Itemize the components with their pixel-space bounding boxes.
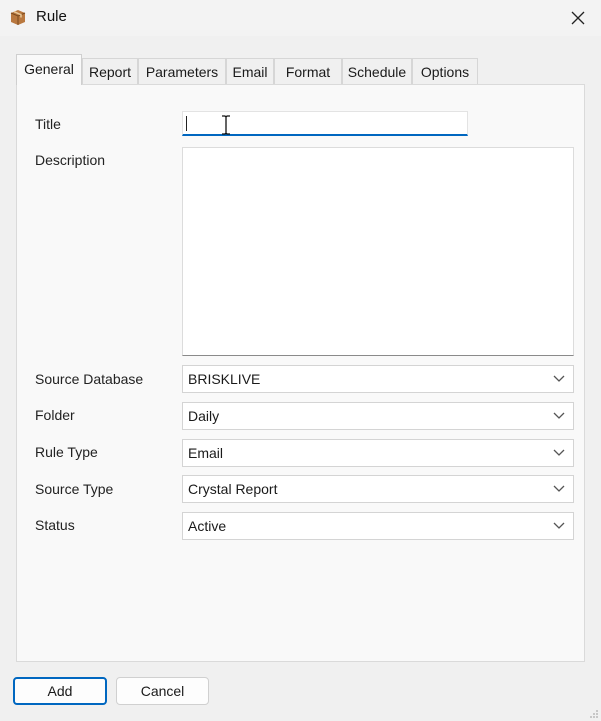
tab-general[interactable]: General (16, 54, 82, 85)
chevron-down-icon (553, 375, 565, 382)
description-textarea[interactable] (182, 147, 574, 356)
status-select[interactable]: Active (182, 512, 574, 540)
chevron-down-icon (553, 485, 565, 492)
source-type-label: Source Type (35, 481, 114, 497)
text-caret (186, 116, 187, 131)
window-title: Rule (36, 8, 67, 25)
source-database-value: BRISKLIVE (188, 371, 261, 387)
title-bar: Rule (0, 0, 601, 36)
chevron-down-icon (553, 522, 565, 529)
folder-select[interactable]: Daily (182, 402, 574, 430)
status-value: Active (188, 518, 227, 534)
close-button[interactable] (555, 0, 601, 36)
chevron-down-icon (553, 449, 565, 456)
source-type-select[interactable]: Crystal Report (182, 475, 574, 503)
title-input[interactable] (182, 111, 468, 136)
tab-parameters[interactable]: Parameters (138, 58, 226, 84)
add-button[interactable]: Add (13, 677, 107, 705)
tab-report[interactable]: Report (82, 58, 138, 84)
status-label: Status (35, 517, 75, 533)
tab-email[interactable]: Email (226, 58, 274, 84)
rule-type-select[interactable]: Email (182, 439, 574, 467)
tab-format[interactable]: Format (274, 58, 342, 84)
folder-label: Folder (35, 407, 75, 423)
close-icon (571, 11, 585, 25)
source-database-label: Source Database (35, 371, 144, 387)
rule-type-value: Email (188, 445, 224, 461)
cancel-button[interactable]: Cancel (116, 677, 209, 705)
package-box-icon (10, 10, 26, 25)
source-type-value: Crystal Report (188, 481, 278, 497)
tab-options[interactable]: Options (412, 58, 478, 84)
rule-type-label: Rule Type (35, 444, 98, 460)
title-label: Title (35, 116, 61, 132)
chevron-down-icon (553, 412, 565, 419)
text-cursor-icon (222, 115, 230, 135)
folder-value: Daily (188, 408, 220, 424)
resize-grip-icon[interactable] (589, 709, 599, 719)
description-label: Description (35, 152, 106, 168)
source-database-select[interactable]: BRISKLIVE (182, 365, 574, 393)
tab-schedule[interactable]: Schedule (342, 58, 412, 84)
